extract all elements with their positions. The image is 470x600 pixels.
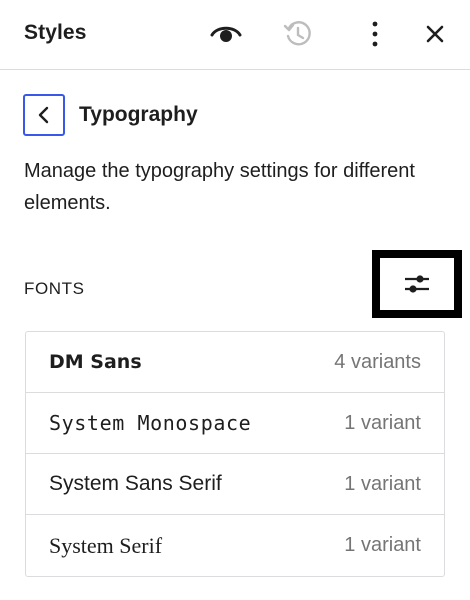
style-book-button[interactable] bbox=[206, 14, 246, 54]
font-item-dm-sans[interactable]: DM Sans 4 variants bbox=[26, 332, 444, 393]
panel-description: Manage the typography settings for diffe… bbox=[24, 160, 415, 214]
fonts-heading: FONTS bbox=[24, 279, 85, 298]
more-options-button[interactable] bbox=[355, 14, 395, 54]
manage-fonts-button[interactable] bbox=[372, 250, 462, 318]
more-vertical-icon bbox=[372, 21, 378, 47]
close-button[interactable] bbox=[415, 14, 455, 54]
font-item-system-monospace[interactable]: System Monospace 1 variant bbox=[26, 393, 444, 454]
close-icon bbox=[426, 25, 444, 43]
font-variants: 1 variant bbox=[344, 411, 421, 434]
back-button[interactable] bbox=[23, 94, 65, 136]
font-item-system-serif[interactable]: System Serif 1 variant bbox=[26, 515, 444, 576]
font-families-list: DM Sans 4 variants System Monospace 1 va… bbox=[25, 331, 445, 577]
font-variants: 4 variants bbox=[334, 350, 421, 373]
revisions-button[interactable] bbox=[278, 14, 318, 54]
panel-header: Styles bbox=[0, 0, 470, 70]
chevron-left-icon bbox=[38, 106, 49, 124]
font-name: System Serif bbox=[49, 532, 163, 558]
sliders-icon bbox=[405, 275, 429, 293]
panel-header-title: Styles bbox=[24, 21, 87, 44]
font-variants: 1 variant bbox=[344, 472, 421, 495]
font-name: System Monospace bbox=[49, 411, 252, 435]
font-variants: 1 variant bbox=[344, 534, 421, 556]
page-title: Typography bbox=[79, 103, 198, 126]
history-icon bbox=[283, 21, 311, 46]
font-name: System Sans Serif bbox=[49, 472, 222, 495]
font-name: DM Sans bbox=[49, 351, 142, 373]
font-item-system-sans-serif[interactable]: System Sans Serif 1 variant bbox=[26, 454, 444, 515]
eye-icon bbox=[210, 26, 242, 42]
